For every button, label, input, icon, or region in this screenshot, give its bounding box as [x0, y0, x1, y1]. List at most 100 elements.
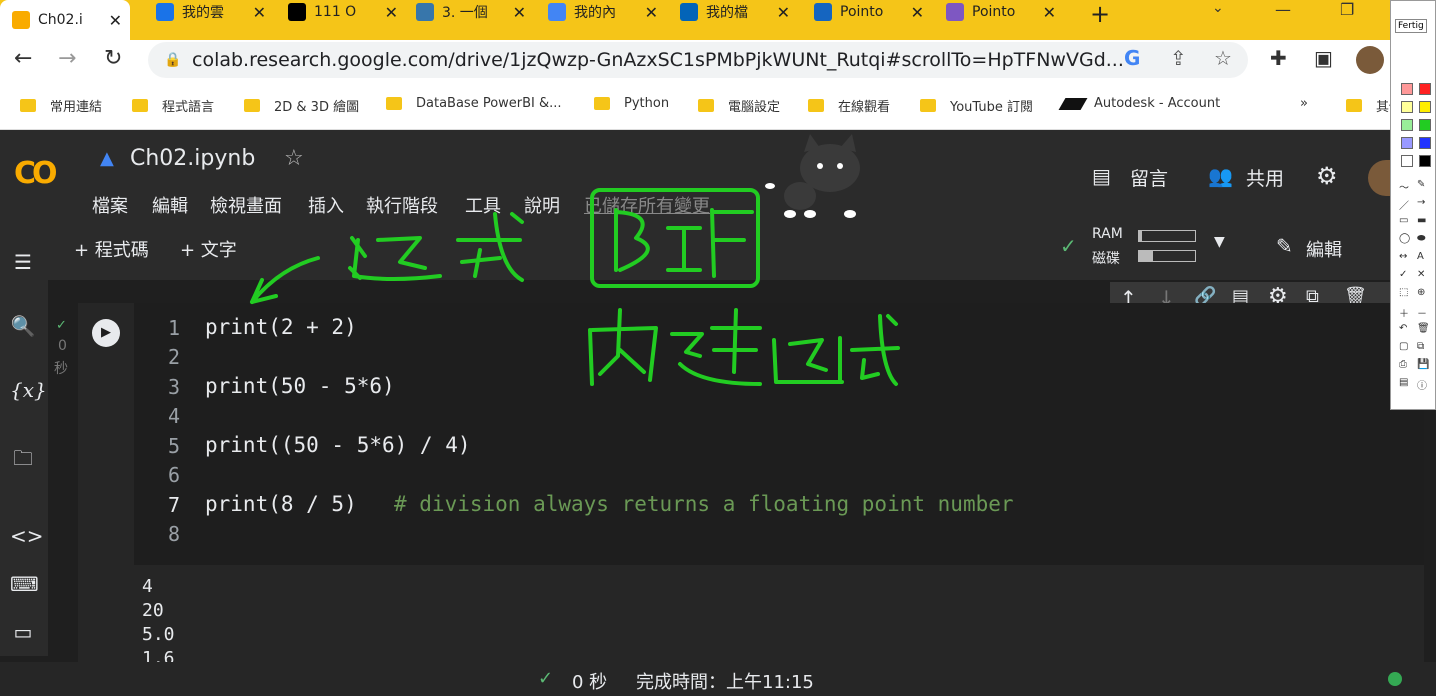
palette-tool-icon[interactable]: ✕ — [1417, 269, 1425, 280]
browser-tab[interactable]: Pointo ✕ — [934, 0, 1064, 24]
color-swatch[interactable] — [1401, 119, 1413, 131]
toc-icon[interactable]: ☰ — [10, 250, 36, 276]
close-tab-icon[interactable]: ✕ — [777, 3, 790, 22]
save-status[interactable]: 已儲存所有變更 — [584, 192, 710, 218]
comment-button[interactable]: 留言 — [1130, 164, 1168, 191]
run-cell-button[interactable]: ▶ — [92, 319, 120, 347]
bookmark-item[interactable]: 程式語言 — [132, 96, 214, 115]
palette-tool-icon[interactable]: ▤ — [1399, 377, 1408, 388]
bookmark-item[interactable]: 在線觀看 — [808, 96, 890, 115]
maximize-button[interactable]: ❐ — [1340, 0, 1354, 19]
palette-tool-icon[interactable]: － — [1417, 305, 1427, 320]
files-icon[interactable]: 🗀 — [10, 444, 36, 470]
ram-bar[interactable] — [1138, 230, 1196, 242]
palette-tool-icon[interactable]: ⊕ — [1417, 287, 1425, 298]
reload-icon[interactable]: ↻ — [104, 46, 122, 71]
palette-tool-icon[interactable]: ／ — [1399, 197, 1409, 212]
browser-tab[interactable]: 我的檔 ✕ — [668, 0, 798, 24]
code-line[interactable]: print(8 / 5) — [205, 492, 382, 516]
browser-tab[interactable]: 3. 一個 ✕ — [404, 0, 534, 24]
share-page-icon[interactable]: ⇪ — [1170, 46, 1187, 70]
close-tab-icon[interactable]: ✕ — [385, 3, 398, 22]
bookmark-item[interactable]: YouTube 訂閱 — [920, 96, 1033, 115]
color-swatch[interactable] — [1401, 155, 1413, 167]
add-code-button[interactable]: + 程式碼 — [74, 236, 149, 262]
browser-tab[interactable]: 111 O ✕ — [276, 0, 406, 24]
palette-tool-icon[interactable]: ↔ — [1399, 251, 1407, 262]
color-swatch[interactable] — [1419, 155, 1431, 167]
disk-bar[interactable] — [1138, 250, 1196, 262]
palette-tool-icon[interactable]: 〜 — [1399, 179, 1409, 194]
settings-icon[interactable]: ⚙ — [1316, 162, 1338, 190]
palette-tool-icon[interactable]: ◯ — [1399, 233, 1410, 244]
color-swatch[interactable] — [1419, 119, 1431, 131]
menu-item[interactable]: 插入 — [308, 192, 344, 218]
variables-icon[interactable]: {x} — [10, 378, 47, 404]
palette-tool-icon[interactable]: 💾 — [1417, 359, 1429, 370]
palette-tool-icon[interactable]: → — [1417, 197, 1425, 208]
palette-tool-icon[interactable]: ⬬ — [1417, 233, 1426, 244]
bookmark-item[interactable]: DataBase PowerBI &... — [386, 96, 562, 111]
user-avatar[interactable] — [1368, 160, 1390, 196]
code-snippets-icon[interactable]: <> — [10, 524, 44, 550]
palette-tool-icon[interactable]: ✎ — [1417, 179, 1425, 190]
palette-tool-icon[interactable]: ＋ — [1399, 305, 1409, 320]
color-swatch[interactable] — [1419, 101, 1431, 113]
menu-item[interactable]: 檔案 — [92, 192, 128, 218]
palette-tool-icon[interactable]: ✓ — [1399, 269, 1407, 280]
close-tab-icon[interactable]: ✕ — [911, 3, 924, 22]
color-swatch[interactable] — [1419, 83, 1431, 95]
palette-tool-icon[interactable]: 🗑 — [1417, 323, 1430, 334]
browser-tab[interactable]: Pointo ✕ — [802, 0, 932, 24]
bookmark-item[interactable]: » — [1300, 96, 1308, 111]
extensions-icon[interactable]: ✚ — [1270, 46, 1287, 70]
browser-tab[interactable]: 我的內 ✕ — [536, 0, 666, 24]
forward-icon[interactable]: → — [58, 46, 76, 71]
back-icon[interactable]: ← — [14, 46, 32, 71]
palette-tool-icon[interactable]: A — [1417, 251, 1424, 262]
share-button[interactable]: 共用 — [1246, 164, 1284, 191]
minimize-button[interactable]: — — [1275, 0, 1291, 19]
palette-title[interactable]: Fertig — [1395, 19, 1427, 33]
palette-tool-icon[interactable]: ⎙ — [1399, 359, 1407, 370]
palette-tool-icon[interactable]: ⧉ — [1417, 341, 1424, 352]
new-tab-button[interactable]: + — [1090, 0, 1110, 28]
code-line[interactable]: print(2 + 2) — [205, 315, 357, 339]
close-tab-icon[interactable]: ✕ — [645, 3, 658, 22]
color-swatch[interactable] — [1401, 137, 1413, 149]
close-tab-icon[interactable]: ✕ — [1043, 3, 1056, 22]
color-swatch[interactable] — [1401, 83, 1413, 95]
bookmark-star-icon[interactable]: ☆ — [1214, 46, 1232, 70]
bookmark-item[interactable]: Autodesk - Account — [1058, 96, 1220, 111]
people-icon[interactable]: 👥 — [1208, 164, 1233, 188]
menu-item[interactable]: 工具 — [465, 192, 501, 218]
comment-icon[interactable]: ▤ — [1092, 164, 1111, 188]
bookmark-item[interactable]: Python — [594, 96, 669, 111]
url-input[interactable]: 🔒 colab.research.google.com/drive/1jzQwz… — [148, 42, 1248, 78]
menu-item[interactable]: 編輯 — [152, 192, 188, 218]
notebook-title[interactable]: Ch02.ipynb — [130, 146, 255, 171]
edit-button[interactable]: 編輯 — [1306, 236, 1342, 262]
close-tab-icon[interactable]: ✕ — [253, 3, 266, 22]
terminal-icon[interactable]: ▭ — [10, 620, 36, 646]
palette-tool-icon[interactable]: ▭ — [1399, 215, 1408, 226]
palette-tool-icon[interactable]: ↶ — [1399, 323, 1407, 334]
pencil-icon[interactable]: ✎ — [1276, 234, 1293, 258]
palette-tool-icon[interactable]: ⓘ — [1417, 377, 1427, 392]
sidebar-icon[interactable]: ▣ — [1314, 46, 1333, 70]
colab-logo-icon[interactable]: CO — [14, 156, 57, 191]
google-icon[interactable]: G — [1124, 46, 1140, 70]
bookmark-item[interactable]: 2D & 3D 繪圖 — [244, 96, 359, 115]
close-tab-icon[interactable]: ✕ — [109, 11, 122, 30]
menu-item[interactable]: 說明 — [524, 192, 560, 218]
bookmark-item[interactable]: 常用連結 — [20, 96, 102, 115]
avatar[interactable] — [1356, 46, 1384, 74]
color-swatch[interactable] — [1419, 137, 1431, 149]
color-swatch[interactable] — [1401, 101, 1413, 113]
add-text-button[interactable]: + 文字 — [180, 236, 237, 262]
palette-tool-icon[interactable]: ▢ — [1399, 341, 1408, 352]
code-line[interactable]: print((50 - 5*6) / 4) — [205, 433, 471, 457]
runtime-dropdown-icon[interactable]: ▼ — [1214, 234, 1225, 250]
palette-tool-icon[interactable]: ▬ — [1417, 215, 1426, 226]
menu-item[interactable]: 執行階段 — [366, 192, 438, 218]
